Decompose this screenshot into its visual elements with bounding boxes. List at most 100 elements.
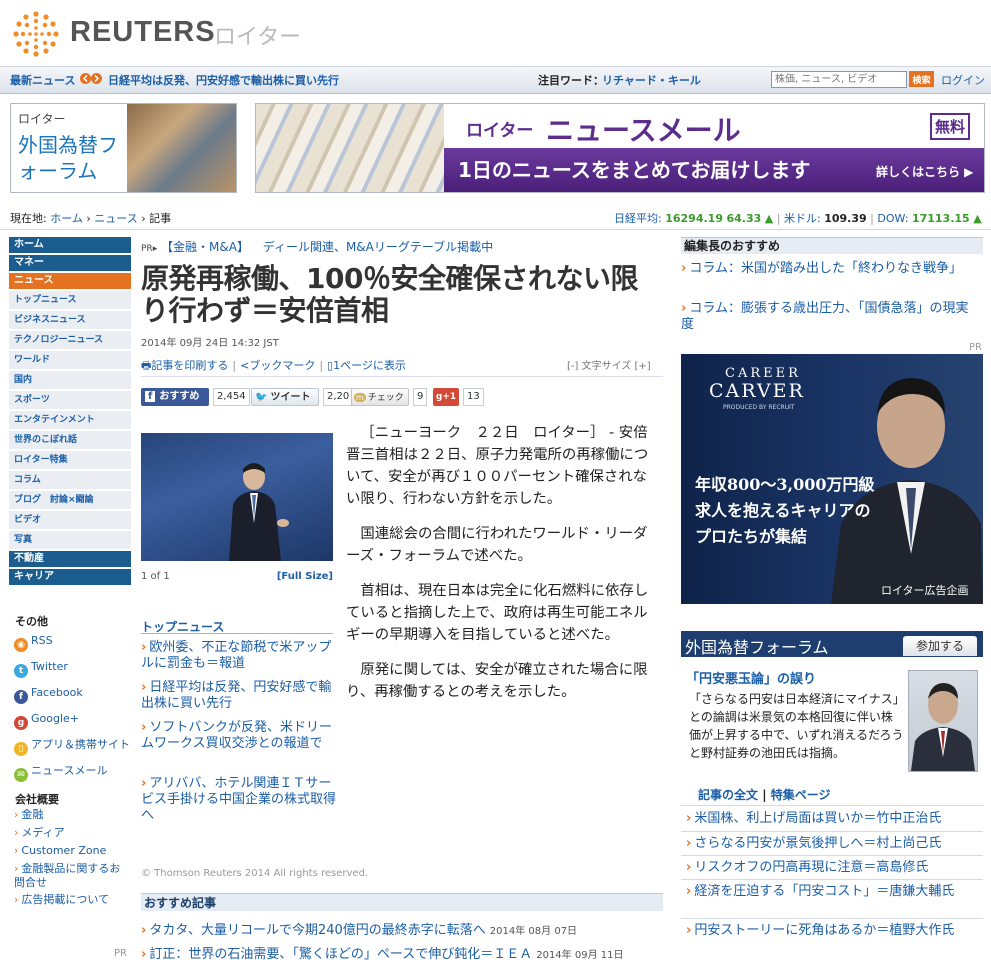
newsmail-link[interactable]: ✉ ニュースメール bbox=[14, 763, 107, 782]
mixi-check-button[interactable]: m チェック bbox=[351, 388, 409, 406]
recommended-item-title: 訂正：世界の石油需要、「驚くほどの」ペースで伸び鈍化＝ＩＥＡ bbox=[149, 947, 533, 962]
facebook-recommend-button[interactable]: f おすすめ bbox=[141, 388, 209, 406]
facebook-link[interactable]: f Facebook bbox=[14, 685, 83, 704]
top-news-item[interactable]: ソフトバンクが反発、米ドリームワークス買収交渉との報道で bbox=[141, 720, 336, 752]
nav-domestic[interactable]: 国内 bbox=[9, 371, 131, 389]
career-carver-ad[interactable]: CAREER CARVER PRODUCED BY RECRUIT 年収800～… bbox=[681, 354, 983, 604]
reuters-logo-icon[interactable] bbox=[12, 10, 60, 58]
nav-world[interactable]: ワールド bbox=[9, 351, 131, 369]
breadcrumb-current: 記事 bbox=[149, 212, 172, 225]
fx-join-button[interactable]: 参加する bbox=[903, 636, 977, 656]
photo-full-size-link[interactable]: [Full Size] bbox=[277, 571, 333, 582]
top-news-item[interactable]: 欧州委、不正な節税で米アップルに罰金も＝報道 bbox=[141, 640, 336, 672]
editor-pick-item[interactable]: コラム：膨張する歳出圧力、「国債急落」の現実度 bbox=[681, 301, 971, 333]
fx-forum-item[interactable]: リスクオフの円高再現に注意＝高島修氏 bbox=[686, 860, 976, 876]
newsmail-banner-top: ロイター ニュースメール 無料 bbox=[444, 104, 984, 148]
dow-value: 17113.15 bbox=[911, 212, 970, 225]
twitter-link[interactable]: t Twitter bbox=[14, 659, 68, 678]
googleplus-button[interactable]: g+1 bbox=[433, 388, 459, 406]
nav-career[interactable]: キャリア bbox=[9, 569, 131, 585]
tweet-button[interactable]: 🐦 ツイート bbox=[251, 388, 319, 406]
up-arrow-icon: ▲ bbox=[973, 212, 982, 225]
article-photo[interactable] bbox=[141, 433, 333, 561]
article-date: 2014年 09月 24日 14:32 JST bbox=[141, 338, 279, 349]
top-news-item[interactable]: アリババ、ホテル関連ＩＴサービス手掛ける中国企業の株式取得へ bbox=[141, 776, 336, 824]
newsmail-banner[interactable]: ロイター ニュースメール 無料 1日のニュースをまとめてお届けします 詳しくはこ… bbox=[255, 103, 985, 193]
nav-home[interactable]: ホーム bbox=[9, 237, 131, 253]
fx-forum-banner[interactable]: ロイター 外国為替フォーラム bbox=[10, 103, 237, 193]
pr-tag[interactable]: 【金融・M&A】 bbox=[161, 240, 249, 254]
nav-video[interactable]: ビデオ bbox=[9, 511, 131, 529]
dow-label[interactable]: DOW: bbox=[877, 212, 908, 225]
nav-money[interactable]: マネー bbox=[9, 255, 131, 271]
article-paragraph: 首相は、現在日本は完全に化石燃料に依存していると指摘した上で、政府は再生可能エネ… bbox=[346, 583, 649, 643]
recommended-header: おすすめ記事 bbox=[141, 893, 663, 911]
breadcrumb-home[interactable]: ホーム bbox=[50, 212, 83, 225]
fx-forum-title[interactable]: 外国為替フォーラム bbox=[685, 634, 829, 658]
watch-word-link[interactable]: リチャード・キール bbox=[602, 72, 772, 88]
apps-link[interactable]: ▯ アプリ＆携帯サイト bbox=[14, 737, 130, 756]
nikkei-label[interactable]: 日経平均: bbox=[614, 212, 662, 225]
ad-footer-label: ロイター広告企画 bbox=[881, 584, 969, 597]
recommended-item-title: タカタ、大量リコールで今期240億円の最終赤字に転落へ bbox=[149, 923, 486, 938]
corp-inquiry-link[interactable]: 金融製品に関するお問合せ bbox=[14, 862, 124, 890]
nav-oddly[interactable]: 世界のこぼれ話 bbox=[9, 431, 131, 449]
fx-forum-header: 外国為替フォーラム 参加する bbox=[681, 631, 983, 657]
nav-entertainment[interactable]: エンタテインメント bbox=[9, 411, 131, 429]
print-link[interactable]: 記事を印刷する bbox=[151, 359, 228, 372]
nav-special[interactable]: ロイター特集 bbox=[9, 451, 131, 469]
font-size-control[interactable]: [-] 文字サイズ [+] bbox=[567, 357, 651, 372]
search-input[interactable] bbox=[771, 71, 907, 88]
pr-text[interactable]: ディール関連、M&Aリーグテーブル掲載中 bbox=[263, 240, 493, 254]
rss-link[interactable]: ◉ RSS bbox=[14, 633, 53, 652]
market-ticker: 日経平均: 16294.19 64.33 ▲ | 米ドル: 109.39 | D… bbox=[614, 212, 982, 225]
company-section-title: 会社概要 bbox=[15, 793, 59, 806]
fx-forum-item[interactable]: さらなる円安が景気後押しへ＝村上尚己氏 bbox=[686, 836, 976, 852]
reuters-wordmark[interactable]: REUTERS bbox=[70, 16, 216, 49]
fx-forum-item[interactable]: 経済を圧迫する「円安コスト」＝唐鎌大輔氏 bbox=[686, 884, 976, 900]
article-paragraph: 原発に関しては、安全が確立された場合に限り、再稼働するとの考えを示した。 bbox=[346, 662, 648, 700]
nav-news[interactable]: ニュース bbox=[9, 273, 131, 289]
googleplus-link[interactable]: g Google+ bbox=[14, 711, 80, 730]
recommended-item[interactable]: 訂正：世界の石油需要、「驚くほどの」ペースで伸び鈍化＝ＩＥＡ2014年 09月 … bbox=[141, 943, 623, 962]
nav-business[interactable]: ビジネスニュース bbox=[9, 311, 131, 329]
corp-finance-link[interactable]: 金融 bbox=[14, 808, 124, 822]
bookmark-link[interactable]: ブックマーク bbox=[249, 359, 315, 372]
editor-pick-item[interactable]: コラム：米国が踏み出した「終わりなき戦争」 bbox=[681, 261, 971, 277]
site-header: REUTERS ロイター bbox=[0, 0, 991, 66]
single-page-link[interactable]: 1ページに表示 bbox=[333, 359, 406, 372]
apps-label: アプリ＆携帯サイト bbox=[31, 738, 130, 751]
breaking-news-headline[interactable]: 日経平均は反発、円安好感で輸出株に買い先行 bbox=[108, 72, 339, 88]
pr-line[interactable]: PR▸ 【金融・M&A】 ディール関連、M&Aリーグテーブル掲載中 bbox=[141, 238, 493, 255]
usd-label[interactable]: 米ドル: bbox=[784, 212, 821, 225]
nav-blog[interactable]: ブログ 討論×闘論 bbox=[9, 491, 131, 509]
nav-top-news[interactable]: トップニュース bbox=[9, 291, 131, 309]
fx-special-page-link[interactable]: 特集ページ bbox=[771, 788, 831, 802]
reuters-jp-wordmark[interactable]: ロイター bbox=[214, 19, 301, 51]
top-news-item[interactable]: 日経平均は反発、円安好感で輸出株に買い先行 bbox=[141, 680, 336, 712]
corp-advertising-link[interactable]: 広告掲載について bbox=[14, 893, 124, 907]
newsmail-more-link[interactable]: 詳しくはこちら ▶ bbox=[876, 163, 973, 180]
googleplus-label: Google+ bbox=[31, 712, 80, 725]
nav-technology[interactable]: テクノロジーニュース bbox=[9, 331, 131, 349]
corp-media-link[interactable]: メディア bbox=[14, 826, 124, 840]
nav-photo[interactable]: 写真 bbox=[9, 531, 131, 549]
login-link[interactable]: ログイン bbox=[941, 72, 985, 88]
fx-full-article-link[interactable]: 記事の全文 bbox=[698, 788, 758, 802]
mixi-check-label: チェック bbox=[367, 393, 404, 403]
tweet-count: 2,20 bbox=[323, 388, 354, 406]
breadcrumb-news[interactable]: ニュース bbox=[94, 212, 137, 225]
fx-forum-item[interactable]: 米国株、利上げ局面は買いか＝竹中正治氏 bbox=[686, 811, 976, 827]
facebook-label: Facebook bbox=[31, 686, 83, 699]
ticker-arrows-icon[interactable] bbox=[80, 72, 102, 85]
nav-column[interactable]: コラム bbox=[9, 471, 131, 489]
fx-forum-item[interactable]: 円安ストーリーに死角はあるか＝植野大作氏 bbox=[686, 923, 976, 939]
rss-icon: ◉ bbox=[14, 638, 28, 652]
recommended-item[interactable]: タカタ、大量リコールで今期240億円の最終赤字に転落へ2014年 08月 07日 bbox=[141, 919, 577, 938]
corp-customer-zone-link[interactable]: Customer Zone bbox=[14, 844, 124, 858]
nav-real-estate[interactable]: 不動産 bbox=[9, 551, 131, 567]
twitter-bird-icon: 🐦 bbox=[255, 392, 268, 403]
nav-sports[interactable]: スポーツ bbox=[9, 391, 131, 409]
fx-lead-title[interactable]: 「円安悪玉論」の誤り bbox=[686, 668, 816, 687]
search-button[interactable]: 検索 bbox=[909, 71, 934, 87]
